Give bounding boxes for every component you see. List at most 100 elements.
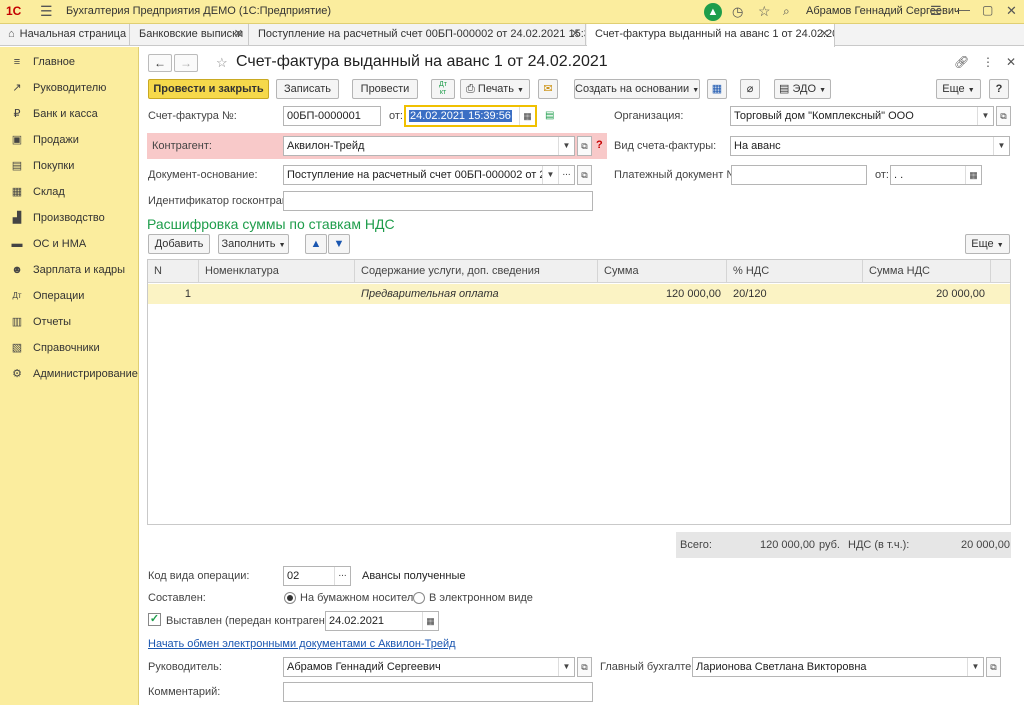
chevron-down-icon[interactable]: ▼ — [542, 166, 558, 184]
fill-button[interactable]: Заполнить ▼ — [218, 234, 289, 254]
chevron-down-icon[interactable]: ▼ — [977, 107, 993, 125]
counterparty-label: Контрагент: — [152, 140, 212, 152]
paydoc-input[interactable] — [731, 165, 867, 185]
sidebar-item-salary[interactable]: ☻ Зарплата и кадры — [0, 257, 139, 283]
forward-button[interactable]: → — [174, 54, 198, 72]
sidebar-item-admin[interactable]: ⚙ Администрирование — [0, 361, 139, 387]
tab-home[interactable]: ⌂ Начальная страница — [0, 24, 130, 46]
create-based-on-button[interactable]: Создать на основании ▼ — [574, 79, 700, 99]
select-ellipsis-icon[interactable]: ... — [334, 567, 350, 585]
close-form-icon[interactable]: ✕ — [1006, 55, 1016, 69]
column-header-nomenclature[interactable]: Номенклатура — [199, 260, 355, 283]
paydoc-date-input[interactable]: . . ▦ — [890, 165, 982, 185]
issued-checkbox[interactable]: ✓ — [148, 613, 161, 626]
sidebar-item-sales[interactable]: ▣ Продажи — [0, 127, 139, 153]
issued-date-input[interactable]: 24.02.2021 ▦ — [325, 611, 439, 631]
notification-bell-icon[interactable]: ▲ — [704, 3, 722, 21]
options-menu-icon[interactable]: ☰ — [930, 3, 942, 19]
chevron-down-icon[interactable]: ▼ — [558, 137, 574, 155]
calendar-icon[interactable]: ▦ — [519, 107, 535, 125]
tab-invoice[interactable]: Счет-фактура выданный на аванс 1 от 24.0… — [587, 24, 835, 47]
post-and-close-button[interactable]: Провести и закрыть — [148, 79, 269, 99]
comment-input[interactable] — [283, 682, 593, 702]
favorites-star-icon[interactable]: ☆ — [758, 3, 771, 20]
select-ellipsis-icon[interactable]: ... — [558, 166, 574, 184]
opcode-input[interactable]: 02... — [283, 566, 351, 586]
table-more-button[interactable]: Еще ▼ — [965, 234, 1010, 254]
save-button[interactable]: Записать — [276, 79, 339, 99]
column-header-amount[interactable]: Сумма — [598, 260, 727, 283]
sidebar-item-warehouse[interactable]: ▦ Склад — [0, 179, 139, 205]
head-input[interactable]: Абрамов Геннадий Сергеевич ▼ — [283, 657, 575, 677]
sidebar-item-catalogs[interactable]: ▧ Справочники — [0, 335, 139, 361]
close-tab-icon[interactable]: ✕ — [234, 24, 243, 45]
email-button[interactable]: ✉ — [538, 79, 558, 99]
organization-input[interactable]: Торговый дом "Комплексный" ООО ▼ — [730, 106, 994, 126]
open-chief-accountant-button[interactable]: ⧉ — [986, 657, 1001, 677]
invoice-type-select[interactable]: На аванс ▼ — [730, 136, 1010, 156]
close-tab-icon[interactable]: ✕ — [820, 24, 829, 45]
sidebar-item-bank[interactable]: ₽ Банк и касса — [0, 101, 139, 127]
chevron-down-icon[interactable]: ▼ — [558, 658, 574, 676]
open-counterparty-button[interactable]: ⧉ — [577, 136, 592, 156]
open-basis-doc-button[interactable]: ⧉ — [577, 165, 592, 185]
calendar-icon[interactable]: ▦ — [965, 166, 981, 184]
tab-receipt[interactable]: Поступление на расчетный счет 00БП-00000… — [250, 24, 586, 46]
open-head-button[interactable]: ⧉ — [577, 657, 592, 677]
sidebar-item-operations[interactable]: Дт Операции — [0, 283, 139, 309]
column-header-content[interactable]: Содержание услуги, доп. сведения — [355, 260, 598, 283]
move-down-button[interactable]: ▼ — [328, 234, 350, 254]
search-icon[interactable]: ⌕ — [783, 4, 790, 19]
electronic-radio[interactable] — [413, 592, 425, 604]
tab-label: Поступление на расчетный счет 00БП-00000… — [258, 28, 586, 40]
invoice-date-input[interactable]: 24.02.2021 15:39:56 ▦ — [404, 105, 537, 127]
structure-button[interactable]: ▦ — [707, 79, 727, 99]
calendar-icon[interactable]: ▦ — [422, 612, 438, 630]
table-row[interactable]: 1 Предварительная оплата 120 000,00 20/1… — [148, 284, 1010, 304]
maximize-icon[interactable]: ▢ — [982, 3, 993, 17]
more-vertical-icon[interactable]: ⋮ — [982, 55, 994, 69]
dtkt-report-button[interactable]: Дт кт — [431, 79, 455, 99]
main-menu-icon[interactable]: ☰ — [40, 3, 53, 20]
column-header-vat-amount[interactable]: Сумма НДС — [863, 260, 991, 283]
close-window-icon[interactable]: ✕ — [1006, 3, 1017, 19]
gov-contract-input[interactable] — [283, 191, 593, 211]
counterparty-input[interactable]: Аквилон-Трейд ▼ — [283, 136, 575, 156]
tab-bank-statements[interactable]: Банковские выписки ✕ — [131, 24, 249, 46]
sidebar-item-main[interactable]: ≡ Главное — [0, 49, 139, 75]
sidebar-item-assets[interactable]: ▬ ОС и НМА — [0, 231, 139, 257]
sidebar-item-purchases[interactable]: ▤ Покупки — [0, 153, 139, 179]
time-fill-icon[interactable]: ▤ — [545, 110, 554, 121]
edo-exchange-link[interactable]: Начать обмен электронными документами с … — [148, 638, 456, 650]
edo-button[interactable]: ▤ ЭДО ▼ — [774, 79, 831, 99]
comment-label: Комментарий: — [148, 686, 221, 698]
arrow-up-icon: ▲ — [310, 238, 322, 250]
question-icon[interactable]: ? — [596, 139, 603, 151]
add-row-button[interactable]: Добавить — [148, 234, 210, 254]
chevron-down-icon[interactable]: ▼ — [993, 137, 1009, 155]
link-icon[interactable]: 🔗︎ — [954, 55, 969, 69]
post-button[interactable]: Провести — [352, 79, 418, 99]
column-header-n[interactable]: N — [148, 260, 199, 283]
chief-accountant-input[interactable]: Ларионова Светлана Викторовна ▼ — [692, 657, 984, 677]
paper-radio[interactable] — [284, 592, 296, 604]
help-button[interactable]: ? — [989, 79, 1009, 99]
column-header-vat-rate[interactable]: % НДС — [727, 260, 863, 283]
sidebar-item-manager[interactable]: ↗ Руководителю — [0, 75, 139, 101]
minimize-icon[interactable]: — — [957, 2, 970, 17]
attach-button[interactable]: ⌀ — [740, 79, 760, 99]
sidebar-item-production[interactable]: ▟ Производство — [0, 205, 139, 231]
basis-doc-input[interactable]: Поступление на расчетный счет 00БП-00000… — [283, 165, 575, 185]
move-up-button[interactable]: ▲ — [305, 234, 327, 254]
sidebar-item-reports[interactable]: ▥ Отчеты — [0, 309, 139, 335]
sidebar-item-label: Отчеты — [33, 316, 72, 328]
favorite-star-icon[interactable]: ☆ — [216, 55, 228, 71]
invoice-no-input[interactable]: 00БП-0000001 — [283, 106, 381, 126]
close-tab-icon[interactable]: ✕ — [571, 24, 580, 45]
print-button[interactable]: ⎙ Печать ▼ — [460, 79, 530, 99]
back-button[interactable]: ← — [148, 54, 172, 72]
more-button[interactable]: Еще ▼ — [936, 79, 981, 99]
chevron-down-icon[interactable]: ▼ — [967, 658, 983, 676]
open-organization-button[interactable]: ⧉ — [996, 106, 1011, 126]
history-icon[interactable]: ◷ — [732, 4, 743, 20]
